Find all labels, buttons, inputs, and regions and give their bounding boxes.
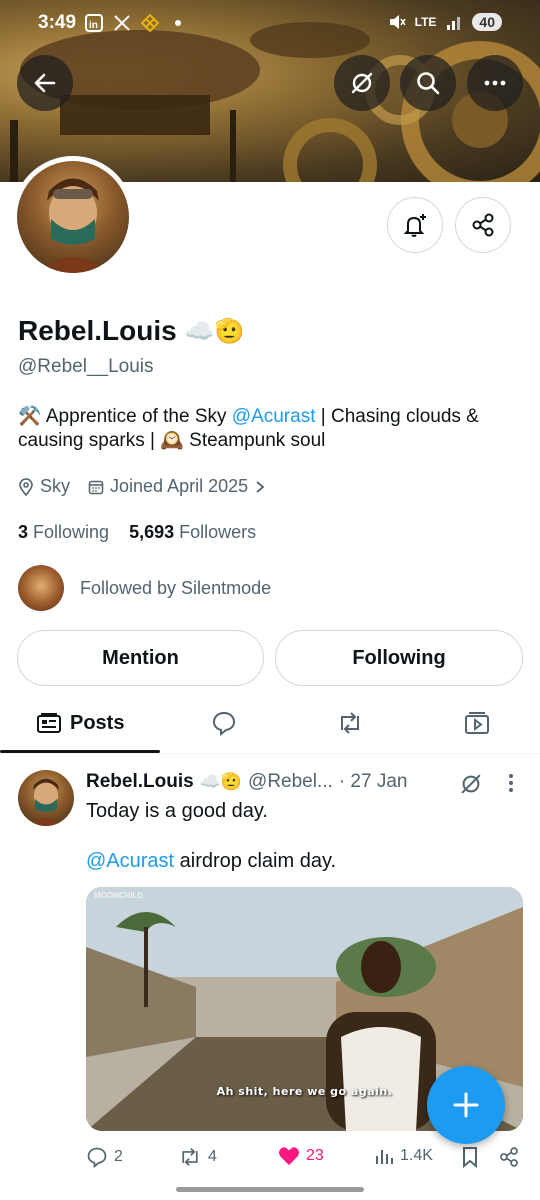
- bookmark-button[interactable]: [461, 1146, 479, 1168]
- grok-button[interactable]: [334, 55, 390, 111]
- arrow-left-icon: [34, 73, 56, 93]
- following-label: Following: [33, 522, 110, 542]
- share-profile-button[interactable]: [455, 197, 511, 253]
- joined-date[interactable]: Joined April 2025: [88, 476, 266, 497]
- profile-avatar[interactable]: [12, 156, 134, 278]
- analytics-icon: [376, 1150, 393, 1164]
- share-icon: [500, 1147, 518, 1167]
- post-more-button[interactable]: [506, 772, 516, 799]
- compose-button[interactable]: [427, 1066, 505, 1144]
- battery-indicator: 40: [472, 13, 502, 31]
- location: Sky: [18, 476, 70, 497]
- plus-icon: [453, 1092, 479, 1118]
- calendar-icon: [88, 480, 104, 494]
- media-watermark: MOONCHILD: [94, 891, 144, 900]
- status-time: 3:49: [38, 12, 77, 33]
- reply-icon: [212, 711, 236, 736]
- status-bar: 3:49 in LTE 40: [0, 0, 540, 46]
- profile-handle: @Rebel__Louis: [18, 356, 154, 377]
- post-author-handle[interactable]: @Rebel...: [248, 771, 333, 793]
- post-text-rest: airdrop claim day.: [174, 850, 337, 872]
- grok-icon: [461, 774, 481, 794]
- followed-by[interactable]: Followed by Silentmode: [18, 565, 271, 611]
- dot-icon: [168, 13, 188, 33]
- binance-icon: [140, 13, 160, 33]
- more-vertical-icon: [509, 774, 513, 792]
- profile-name: Rebel.Louis ☁️🫡: [18, 315, 244, 347]
- back-button[interactable]: [17, 55, 73, 111]
- views-button[interactable]: 1.4K: [374, 1146, 433, 1166]
- post-mention-link[interactable]: @Acurast: [86, 850, 174, 872]
- chevron-right-icon: [256, 480, 265, 493]
- svg-text:in: in: [89, 20, 98, 31]
- share-icon: [472, 213, 494, 237]
- post-text-line2: @Acurast airdrop claim day.: [86, 850, 336, 873]
- active-tab-indicator: [0, 750, 160, 753]
- repost-button[interactable]: 4: [178, 1146, 217, 1168]
- posts-icon: [37, 713, 61, 733]
- post-header: Rebel.Louis ☁️🫡 @Rebel... · 27 Jan: [86, 771, 407, 793]
- x-icon: [112, 13, 132, 33]
- post-share-button[interactable]: [498, 1146, 520, 1168]
- followers-link[interactable]: 5,693 Followers: [129, 522, 256, 542]
- following-count: 3: [18, 522, 29, 542]
- profile-tabs: Posts: [0, 694, 540, 754]
- avatar-image: [17, 161, 129, 273]
- bookmark-icon: [463, 1147, 477, 1168]
- profile-meta: Sky Joined April 2025: [18, 476, 266, 497]
- follower-avatar: [18, 565, 64, 611]
- bell-plus-icon: [403, 214, 426, 237]
- tab-reposts[interactable]: [336, 694, 364, 752]
- reply-button[interactable]: 2: [86, 1146, 123, 1168]
- mention-button[interactable]: Mention: [17, 630, 264, 686]
- tab-posts[interactable]: Posts: [36, 694, 124, 752]
- bio-mention-link[interactable]: @Acurast: [232, 406, 316, 427]
- display-name: Rebel.Louis: [18, 315, 177, 346]
- reply-count: 2: [114, 1148, 123, 1165]
- post-author-name[interactable]: Rebel.Louis: [86, 771, 194, 793]
- search-icon: [417, 72, 440, 95]
- following-button[interactable]: Following: [275, 630, 523, 686]
- search-button[interactable]: [400, 55, 456, 111]
- like-button[interactable]: 23: [278, 1146, 324, 1166]
- post-time[interactable]: · 27 Jan: [339, 771, 408, 793]
- post-grok-button[interactable]: [459, 772, 483, 801]
- video-icon: [465, 712, 489, 734]
- repost-icon: [182, 1147, 198, 1167]
- reply-icon: [87, 1147, 107, 1168]
- tab-media[interactable]: [463, 694, 491, 752]
- tab-posts-label: Posts: [70, 711, 125, 734]
- tab-replies[interactable]: [211, 694, 237, 752]
- linkedin-icon: in: [84, 13, 104, 33]
- repost-count: 4: [208, 1148, 217, 1165]
- bio-prefix: ⚒️ Apprentice of the Sky: [18, 406, 232, 427]
- followers-count: 5,693: [129, 522, 175, 542]
- joined-text: Joined April 2025: [110, 476, 249, 496]
- name-emojis: ☁️🫡: [184, 317, 245, 345]
- more-icon: [484, 80, 506, 86]
- heart-filled-icon: [279, 1147, 299, 1166]
- like-count: 23: [306, 1147, 324, 1164]
- post-text-line1: Today is a good day.: [86, 800, 268, 822]
- more-options-button[interactable]: [467, 55, 523, 111]
- grok-icon: [351, 72, 373, 94]
- views-count: 1.4K: [400, 1147, 433, 1164]
- post-author-emojis: ☁️🫡: [199, 772, 243, 791]
- location-pin-icon: [19, 477, 33, 496]
- followed-by-text: Followed by Silentmode: [80, 577, 272, 598]
- followers-label: Followers: [179, 522, 257, 542]
- network-label: LTE: [414, 15, 437, 29]
- profile-bio: ⚒️ Apprentice of the Sky @Acurast | Chas…: [18, 405, 518, 453]
- signal-icon: [444, 12, 464, 32]
- location-text: Sky: [40, 476, 71, 496]
- mute-icon: [387, 12, 407, 32]
- repost-icon: [341, 712, 359, 734]
- home-indicator[interactable]: [176, 1187, 364, 1192]
- following-link[interactable]: 3 Following: [18, 522, 109, 542]
- notifications-button[interactable]: [387, 197, 443, 253]
- post-author-avatar[interactable]: [18, 770, 74, 826]
- post-actions: 2 4 23 1.4K: [86, 1146, 526, 1174]
- follow-stats: 3 Following 5,693 Followers: [18, 522, 256, 543]
